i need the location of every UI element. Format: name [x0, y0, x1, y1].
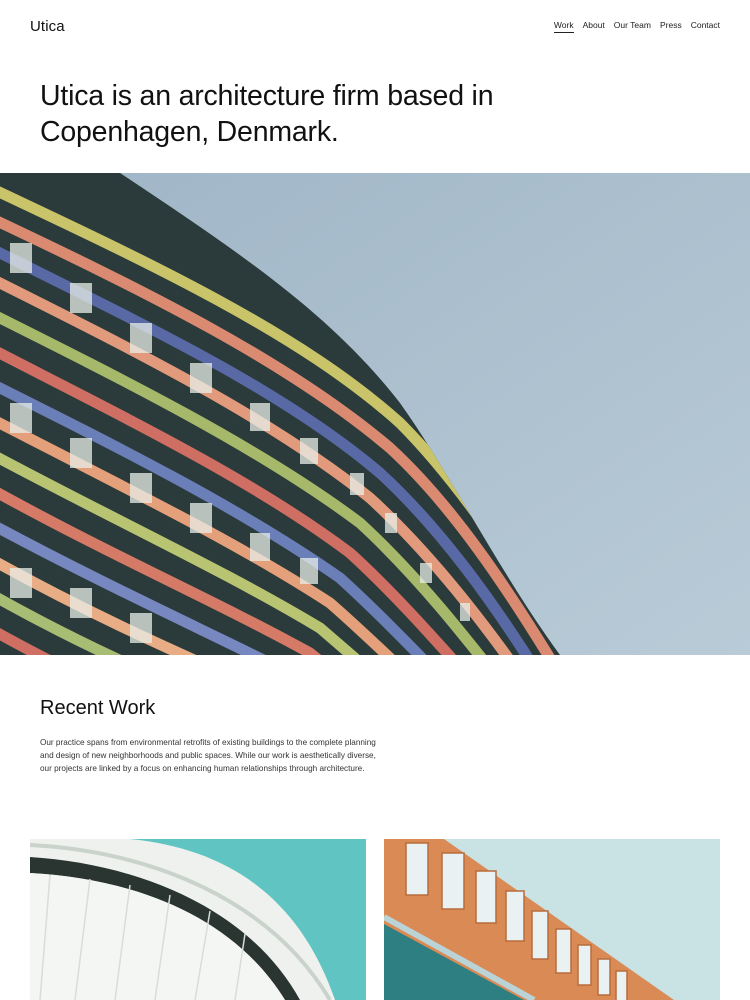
hero-title: Utica is an architecture firm based in C…	[40, 80, 494, 148]
site-logo[interactable]: Utica	[30, 18, 65, 35]
hero-image	[0, 173, 750, 655]
project-thumbnail-1[interactable]	[30, 839, 366, 1000]
recent-work-description: Our practice spans from environmental re…	[40, 738, 376, 773]
nav-item-press[interactable]: Press	[660, 20, 682, 33]
main-nav: Work About Our Team Press Contact	[553, 20, 720, 33]
nav-item-our-team[interactable]: Our Team	[614, 20, 651, 33]
nav-item-about[interactable]: About	[583, 20, 605, 33]
recent-work-heading: Recent Work	[40, 697, 156, 719]
nav-item-contact[interactable]: Contact	[691, 20, 720, 33]
project-thumbnail-2[interactable]	[384, 839, 720, 1000]
site-header: Utica Work About Our Team Press Contact	[0, 0, 750, 56]
nav-item-work[interactable]: Work	[553, 20, 574, 33]
